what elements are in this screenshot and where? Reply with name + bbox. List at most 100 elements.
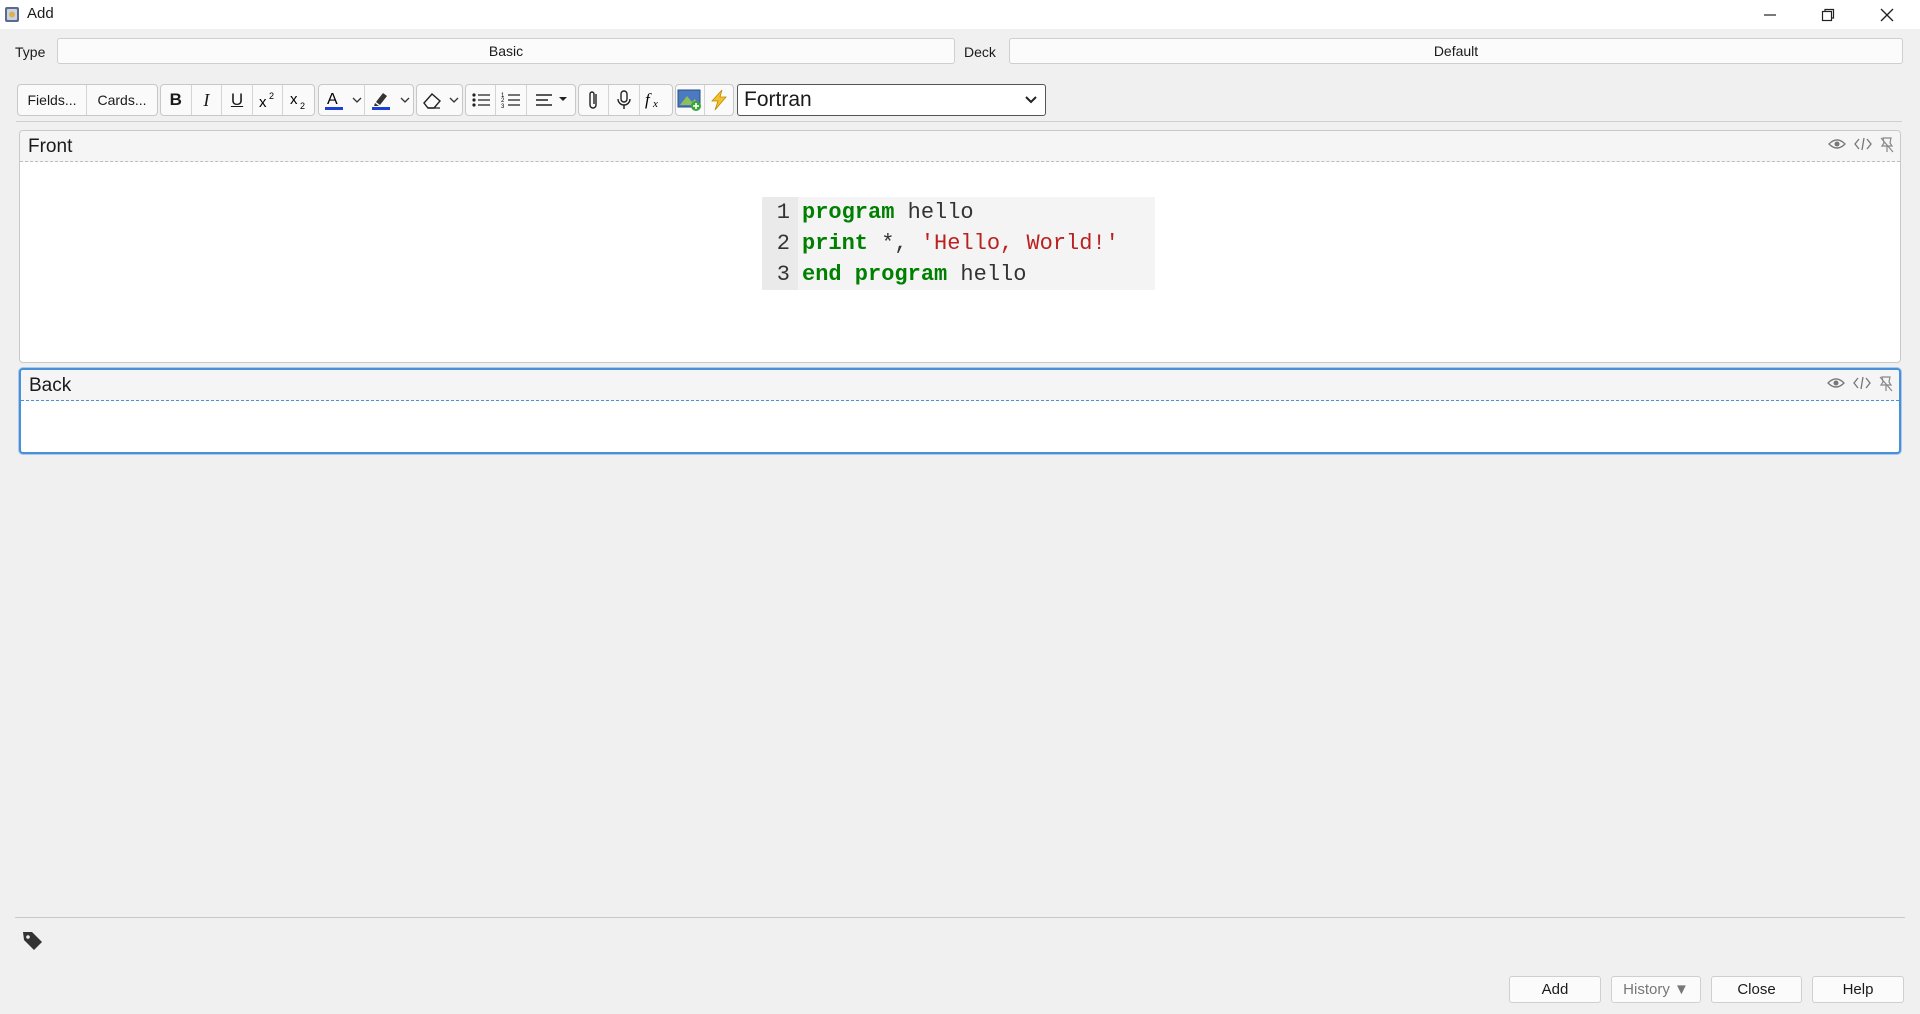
chevron-down-icon (400, 97, 410, 103)
code-line: 1 program hello (762, 197, 1155, 228)
language-select[interactable]: Fortran (737, 84, 1046, 116)
align-button[interactable] (527, 85, 575, 115)
html-editor-icon[interactable] (1853, 376, 1871, 390)
back-field[interactable]: Back (19, 368, 1901, 454)
cards-button[interactable]: Cards... (87, 85, 157, 115)
pin-icon[interactable] (1880, 137, 1894, 153)
deck-button[interactable]: Default (1009, 38, 1903, 64)
chevron-down-icon (352, 97, 361, 103)
svg-text:2: 2 (300, 101, 305, 110)
language-select-value: Fortran (744, 88, 812, 111)
title-bar (0, 0, 1920, 29)
fields-button[interactable]: Fields... (18, 85, 88, 115)
subscript-icon: x2 (290, 91, 305, 110)
code-keyword: print (802, 231, 869, 256)
svg-text:x: x (259, 94, 267, 109)
add-button[interactable]: Add (1509, 976, 1601, 1003)
highlighter-icon (372, 93, 390, 110)
note-type-button[interactable]: Basic (57, 38, 955, 64)
text-color-dropdown[interactable] (349, 85, 365, 115)
svg-text:x: x (290, 91, 298, 108)
restore-button[interactable] (1800, 0, 1856, 29)
back-field-header: Back (21, 370, 1899, 401)
clear-formatting-button[interactable] (417, 85, 447, 115)
microphone-icon (617, 90, 631, 109)
bullet-list-icon (472, 93, 490, 107)
tag-icon[interactable] (21, 929, 45, 956)
minimize-button[interactable] (1742, 0, 1798, 29)
eye-icon[interactable] (1828, 137, 1846, 151)
addon-group (675, 84, 734, 116)
close-button[interactable]: Close (1711, 976, 1802, 1003)
front-field-header: Front (20, 131, 1900, 162)
lightning-icon (711, 89, 727, 111)
text-format-group: B I U x2 x2 (160, 84, 315, 116)
tags-divider (15, 917, 1905, 918)
function-icon: fx (645, 90, 658, 110)
insert-image-button[interactable] (676, 85, 705, 115)
lightning-addon-button[interactable] (705, 85, 733, 115)
line-number: 2 (762, 228, 798, 259)
back-field-editor[interactable] (29, 404, 1891, 444)
history-button[interactable]: History ▼ (1611, 976, 1701, 1003)
back-field-label: Back (29, 375, 72, 396)
app-icon (4, 5, 20, 23)
bullet-list-button[interactable] (466, 85, 497, 115)
superscript-icon: x2 (259, 91, 274, 109)
deck-label: Deck (964, 44, 996, 60)
minimize-icon (1764, 13, 1776, 16)
restore-icon (1821, 8, 1835, 21)
code-string: 'Hello, World!' (920, 231, 1119, 256)
align-left-icon (535, 94, 567, 106)
chevron-down-icon (449, 97, 459, 103)
code-keyword: program (802, 200, 895, 225)
numbered-list-button[interactable]: 123 (496, 85, 527, 115)
code-text: *, (868, 231, 921, 256)
add-image-icon (677, 89, 701, 111)
text-color-button[interactable]: A (319, 85, 349, 115)
highlight-color-dropdown[interactable] (397, 85, 413, 115)
eraser-dropdown[interactable] (447, 85, 462, 115)
code-text: hello (947, 262, 1027, 287)
svg-text:f: f (645, 90, 652, 109)
type-label: Type (15, 44, 46, 60)
numbered-list-icon: 123 (501, 93, 521, 109)
color-group: A (318, 84, 414, 116)
media-group: fx (578, 84, 673, 116)
fields-cards-group: Fields... Cards... (17, 84, 158, 116)
line-number: 1 (762, 197, 798, 228)
paperclip-icon (588, 91, 597, 109)
eraser-icon (422, 93, 441, 109)
html-editor-icon[interactable] (1854, 137, 1872, 151)
close-window-button[interactable] (1859, 0, 1915, 29)
svg-text:A: A (327, 91, 338, 108)
line-number: 3 (762, 259, 798, 290)
subscript-button[interactable]: x2 (283, 85, 314, 115)
italic-button[interactable]: I (192, 85, 223, 115)
bold-button[interactable]: B (161, 85, 192, 115)
attach-button[interactable] (579, 85, 610, 115)
svg-text:x: x (652, 98, 658, 110)
list-group: 123 (465, 84, 576, 116)
superscript-button[interactable]: x2 (253, 85, 284, 115)
code-text: hello (894, 200, 974, 225)
chevron-down-icon (1025, 96, 1037, 104)
help-button[interactable]: Help (1812, 976, 1904, 1003)
highlight-color-button[interactable] (365, 85, 397, 115)
eye-icon[interactable] (1827, 376, 1845, 390)
pin-icon[interactable] (1879, 376, 1893, 392)
text-color-icon: A (325, 91, 343, 110)
svg-text:3: 3 (501, 104, 505, 109)
toolbar-divider (16, 121, 1902, 122)
front-field-label: Front (28, 136, 73, 157)
eraser-group (416, 84, 463, 116)
code-line: 2 print *, 'Hello, World!' (762, 228, 1155, 259)
code-block: 1 program hello 2 print *, 'Hello, World!'… (762, 197, 1155, 290)
record-audio-button[interactable] (609, 85, 640, 115)
code-line: 3 end program hello (762, 259, 1155, 290)
underline-button[interactable]: U (222, 85, 253, 115)
code-keyword: end program (802, 262, 948, 287)
window-title: Add (27, 5, 54, 22)
math-button[interactable]: fx (640, 85, 672, 115)
close-icon (1880, 8, 1894, 21)
